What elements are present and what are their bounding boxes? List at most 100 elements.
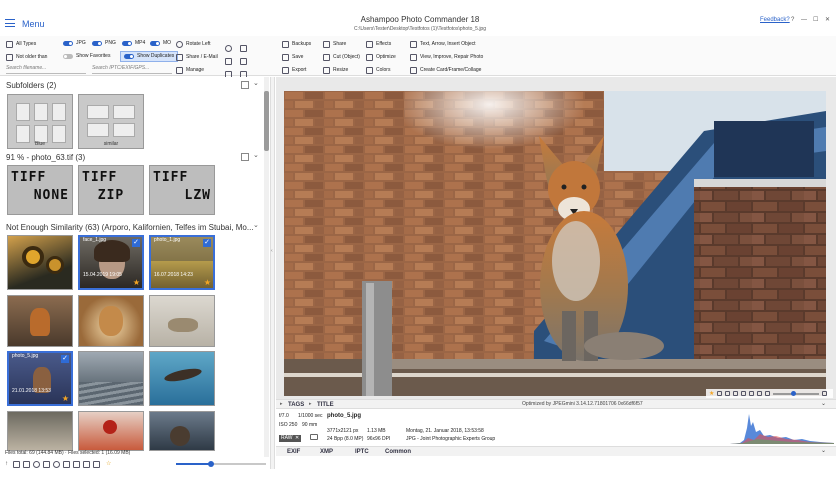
colors-button[interactable]: Colors [366, 67, 390, 74]
fullscreen-icon[interactable] [741, 391, 747, 396]
thumbnail-tiff-none[interactable]: TIFF NONE [7, 165, 73, 215]
thumbnail-fox-small[interactable] [7, 295, 73, 347]
rotate-left-button[interactable]: Rotate Left [176, 41, 210, 48]
chevron-down-icon[interactable]: ⌄ [253, 80, 259, 87]
grid-icon[interactable] [43, 460, 50, 468]
list-icon[interactable] [93, 460, 100, 468]
thumbnail-sea[interactable] [78, 351, 144, 406]
show-favorites-toggle[interactable]: Show Favorites [63, 54, 110, 59]
subfolder-blue[interactable]: Blue [7, 94, 73, 149]
zoom-in-icon[interactable] [733, 391, 739, 396]
scrollbar-thumb[interactable] [264, 91, 269, 151]
thumbnail-row4-a[interactable] [7, 411, 73, 451]
thumbnail-field[interactable]: photo_1.jpg 16.07.2018 14:23 ✓ ★ [149, 235, 215, 290]
thumbnail-cat[interactable] [149, 295, 215, 347]
view-improve-button[interactable]: View, Improve, Repair Photo [410, 54, 483, 61]
thumbnail-fox-selected[interactable]: photo_5.jpg 21.01.2018 13:53 ✓ ★ [7, 351, 73, 406]
title-arrow-icon[interactable]: ▸ [309, 402, 312, 407]
zoom-icon[interactable] [53, 460, 60, 468]
cut-object-button[interactable]: Cut (Object) [323, 54, 360, 61]
save-button[interactable]: Save [282, 54, 303, 61]
hamburger-icon[interactable] [5, 19, 15, 27]
manage-button[interactable]: Manage [176, 67, 204, 74]
backups-button[interactable]: Backups [282, 41, 311, 48]
collapse-arrow-icon[interactable]: ‹ [271, 249, 273, 254]
info-icon[interactable] [757, 391, 763, 396]
zoom-fit-icon[interactable] [717, 391, 723, 396]
thumbnail-bird[interactable] [149, 351, 215, 406]
text-arrow-button[interactable]: Text, Arrow, Insert Object [410, 41, 476, 48]
collapse-icon[interactable]: ⌄ [821, 448, 826, 454]
tab-common[interactable]: Common [385, 449, 411, 455]
vertical-scrollbar[interactable] [264, 77, 269, 457]
view-grid-icon[interactable] [83, 460, 90, 468]
thumbnail-sunflowers[interactable] [7, 235, 73, 290]
compare-view-icon[interactable] [765, 391, 771, 396]
close-preview-icon[interactable] [822, 391, 828, 396]
share-email-button[interactable]: Share / E-Mail [176, 54, 218, 61]
subfolder-similar[interactable]: similar [78, 94, 144, 149]
mail-icon [176, 54, 183, 61]
mp4-toggle[interactable]: MP4 [122, 41, 145, 46]
thumbnail-face[interactable]: face_1.jpg 15.04.2019 19:05 ✓ ★ [78, 235, 144, 290]
star-icon[interactable]: ★ [133, 279, 140, 287]
star-icon[interactable]: ★ [62, 395, 69, 403]
search-iptc-input[interactable]: Search IPTC/EXIF/GPS... [92, 65, 172, 74]
thumbnail-size-slider[interactable] [176, 461, 266, 467]
show-duplicates-toggle[interactable]: Show Duplicates [120, 51, 179, 62]
preview-photo[interactable] [284, 91, 826, 396]
star-filter-icon[interactable]: ☆ [106, 461, 111, 467]
tab-tags[interactable]: TAGS [288, 402, 304, 408]
panel-splitter[interactable]: ‹ [270, 77, 275, 469]
thumbnail-row4-c[interactable] [149, 411, 215, 451]
zoom-slider[interactable] [773, 390, 820, 396]
mov-toggle[interactable]: MO [150, 41, 171, 46]
help-button[interactable]: ? [791, 17, 794, 23]
thumbnail-animal[interactable] [78, 295, 144, 347]
minimize-button[interactable]: — [801, 17, 807, 23]
checkbox-checked[interactable]: ✓ [203, 239, 211, 247]
feedback-link[interactable]: Feedback? [760, 17, 790, 23]
all-types-dropdown[interactable]: All Types [6, 41, 36, 48]
group-checkbox[interactable] [241, 153, 249, 161]
monitor-icon[interactable] [63, 460, 70, 468]
menu-label[interactable]: Menu [22, 20, 45, 29]
group-checkbox[interactable] [241, 81, 249, 89]
star-icon[interactable]: ★ [204, 279, 211, 287]
folder-open-icon[interactable] [23, 460, 30, 468]
thumbnail-tiff-lzw[interactable]: TIFF LZW [149, 165, 215, 215]
search-filename-input[interactable]: Search filename... [6, 65, 86, 74]
thumbnail-tiff-zip[interactable]: TIFF ZIP [78, 165, 144, 215]
resize-button[interactable]: Resize [323, 67, 348, 74]
jpg-toggle[interactable]: JPG [63, 41, 86, 46]
sort-icon[interactable] [73, 460, 80, 468]
collapse-icon[interactable]: ⌄ [821, 401, 826, 407]
home-icon[interactable] [13, 460, 20, 468]
maximize-button[interactable]: ☐ [813, 17, 818, 23]
not-older-than-dropdown[interactable]: Not older than [6, 54, 47, 61]
refresh-icon[interactable] [33, 460, 40, 468]
up-arrow-icon[interactable]: ↑ [5, 461, 8, 467]
optimize-button[interactable]: Optimize [366, 54, 396, 61]
star-icon[interactable]: ★ [709, 391, 714, 397]
checkbox-checked[interactable]: ✓ [132, 239, 140, 247]
slider-handle[interactable] [208, 461, 214, 467]
chevron-down-icon[interactable]: ⌄ [253, 152, 259, 159]
screen-icon[interactable] [310, 434, 318, 440]
close-button[interactable]: ✕ [825, 17, 830, 23]
png-toggle[interactable]: PNG [92, 41, 116, 46]
export-button[interactable]: Export [282, 67, 306, 74]
share-button[interactable]: Share [323, 41, 346, 48]
tab-title[interactable]: TITLE [317, 402, 334, 408]
create-card-button[interactable]: Create Card/Frame/Collage [410, 67, 481, 74]
tab-iptc[interactable]: IPTC [355, 449, 369, 455]
tab-exif[interactable]: EXIF [287, 449, 300, 455]
rotate-icon[interactable] [749, 391, 755, 396]
chevron-down-icon[interactable]: ⌄ [253, 222, 259, 229]
tab-xmp[interactable]: XMP [320, 449, 333, 455]
tag-arrow-icon[interactable]: ▸ [280, 402, 283, 407]
effects-button[interactable]: Effects [366, 41, 391, 48]
zoom-out-icon[interactable] [725, 391, 731, 396]
thumbnail-row4-b[interactable] [78, 411, 144, 451]
checkbox-checked[interactable]: ✓ [61, 355, 69, 363]
